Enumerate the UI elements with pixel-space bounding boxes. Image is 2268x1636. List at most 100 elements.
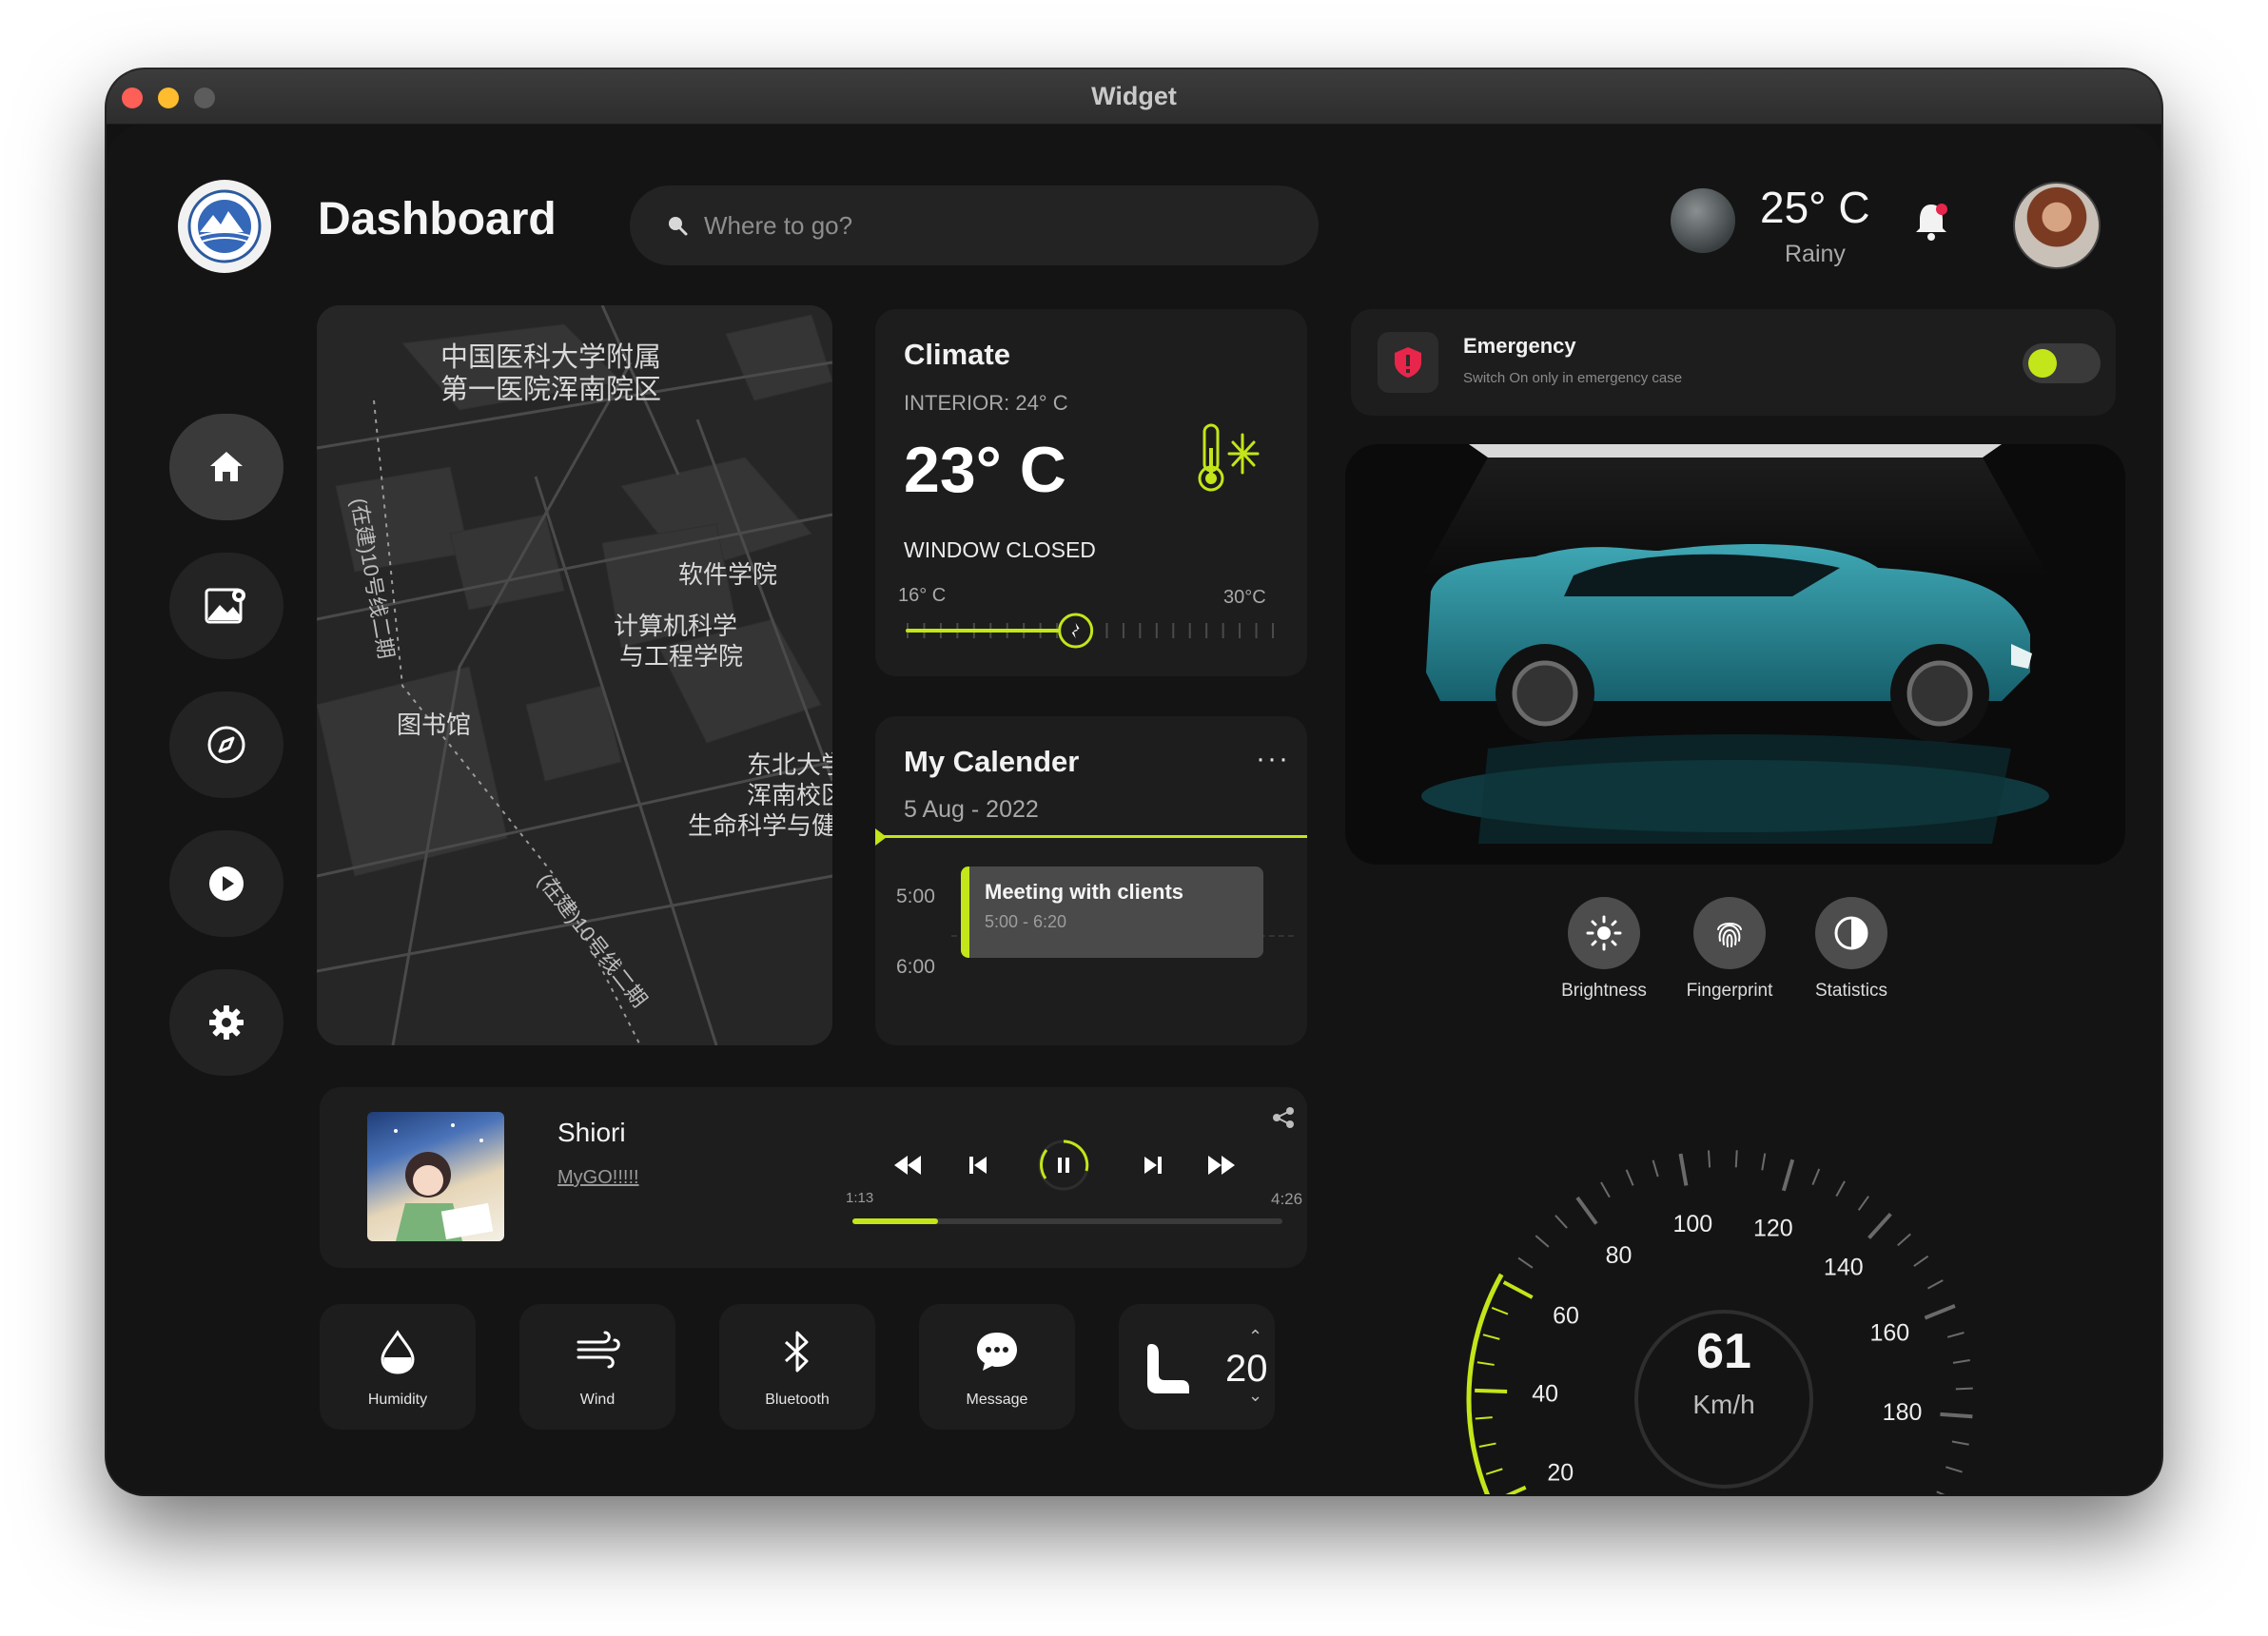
dashboard-app: Dashboard 25° C Rainy bbox=[107, 125, 2161, 1494]
sidebar-item-map[interactable] bbox=[169, 553, 284, 659]
minor-tick bbox=[1652, 1159, 1659, 1178]
seat-increase-button[interactable]: ⌃ bbox=[1248, 1327, 1262, 1347]
calendar-event[interactable]: Meeting with clients 5:00 - 6:20 bbox=[961, 867, 1263, 958]
weather-temperature: 25° C bbox=[1760, 183, 1870, 232]
message-label: Message bbox=[966, 1392, 1028, 1408]
humidity-tile[interactable]: Humidity bbox=[320, 1304, 476, 1430]
map-label-university: 浑南校区 bbox=[747, 781, 832, 809]
minor-tick bbox=[1857, 1196, 1869, 1211]
slider-thumb[interactable] bbox=[1058, 613, 1094, 649]
skip-forward-icon bbox=[1144, 1157, 1162, 1174]
emergency-subtitle: Switch On only in emergency case bbox=[1463, 370, 1683, 386]
minor-tick bbox=[1951, 1440, 1969, 1446]
bluetooth-icon bbox=[784, 1331, 809, 1373]
minor-tick bbox=[1913, 1255, 1929, 1267]
minor-tick bbox=[1535, 1235, 1550, 1248]
map-icon bbox=[205, 588, 245, 624]
search-input[interactable] bbox=[704, 210, 1275, 241]
map-label-life-science: 生命科学与健 bbox=[688, 811, 832, 840]
brightness-label: Brightness bbox=[1561, 981, 1647, 1001]
sidebar-item-home[interactable] bbox=[169, 414, 284, 520]
climate-max-label: 30°C bbox=[1223, 587, 1266, 608]
speed-value: 61 bbox=[1696, 1324, 1751, 1379]
map-label-library: 图书馆 bbox=[397, 711, 472, 739]
minor-tick bbox=[1600, 1181, 1611, 1198]
major-tick bbox=[1505, 1485, 1527, 1494]
title-bar: Widget bbox=[107, 69, 2161, 125]
compass-icon bbox=[207, 726, 245, 764]
home-icon bbox=[210, 452, 243, 481]
seat-decrease-button[interactable]: ⌄ bbox=[1248, 1386, 1262, 1406]
fingerprint-label: Fingerprint bbox=[1686, 981, 1773, 1001]
bluetooth-tile[interactable]: Bluetooth bbox=[719, 1304, 875, 1430]
previous-track-button[interactable] bbox=[967, 1154, 989, 1181]
speed-tick-label: 80 bbox=[1606, 1242, 1633, 1269]
climate-card: Climate INTERIOR: 24° C 23° C WINDOW CLO… bbox=[875, 309, 1307, 676]
major-tick bbox=[1575, 1196, 1598, 1225]
page-title: Dashboard bbox=[318, 194, 557, 244]
thermometer-snowflake-icon bbox=[1195, 419, 1271, 500]
sun-icon bbox=[1586, 915, 1622, 951]
statistics-button[interactable] bbox=[1815, 897, 1887, 969]
seat-icon bbox=[1144, 1340, 1191, 1402]
contrast-icon bbox=[1834, 916, 1868, 950]
wind-label: Wind bbox=[579, 1392, 616, 1408]
event-title: Meeting with clients bbox=[985, 880, 1184, 904]
weather-condition: Rainy bbox=[1785, 241, 1846, 267]
event-time: 5:00 - 6:20 bbox=[985, 912, 1067, 931]
notification-bell-icon[interactable] bbox=[1912, 201, 1950, 247]
climate-title: Climate bbox=[904, 338, 1010, 371]
temperature-slider[interactable] bbox=[900, 612, 1281, 650]
map-label-software-school: 软件学院 bbox=[678, 560, 778, 589]
minor-tick bbox=[1625, 1169, 1634, 1186]
user-avatar[interactable] bbox=[2013, 182, 2101, 269]
bluetooth-label: Bluetooth bbox=[765, 1392, 830, 1408]
fingerprint-button[interactable] bbox=[1693, 897, 1766, 969]
car-image bbox=[1421, 444, 2049, 844]
fast-forward-button[interactable] bbox=[1206, 1154, 1237, 1181]
map-label-hospital: 第一医院浑南院区 bbox=[440, 375, 662, 405]
rewind-icon bbox=[894, 1156, 921, 1175]
artist-link[interactable]: MyGO!!!!! bbox=[557, 1167, 639, 1189]
message-icon bbox=[977, 1333, 1017, 1371]
more-options-icon[interactable]: ··· bbox=[1256, 743, 1290, 775]
map-view[interactable]: 中国医科大学附属 第一医院浑南院区 软件学院 计算机科学 与工程学院 图书馆 东… bbox=[317, 305, 832, 1045]
current-time-line bbox=[875, 835, 1307, 838]
minor-tick bbox=[1945, 1466, 1963, 1473]
humidity-label: Humidity bbox=[367, 1392, 428, 1408]
seat-value: 20 bbox=[1225, 1348, 1268, 1390]
progress-bar[interactable] bbox=[852, 1218, 1282, 1224]
message-tile[interactable]: Message bbox=[919, 1304, 1075, 1430]
skip-back-icon bbox=[969, 1157, 987, 1174]
speedometer: 20 40 60 80 100 120 140 160 180 61 Km/h bbox=[1457, 1123, 1990, 1494]
seat-tile[interactable]: ⌃ 20 ⌄ bbox=[1119, 1304, 1275, 1430]
major-tick bbox=[1781, 1159, 1795, 1192]
search-icon bbox=[669, 217, 688, 236]
car-showcase[interactable] bbox=[1345, 444, 2125, 865]
sidebar-item-media[interactable] bbox=[169, 830, 284, 937]
rewind-button[interactable] bbox=[892, 1154, 923, 1181]
statistics-label: Statistics bbox=[1814, 981, 1888, 1001]
sidebar-item-settings[interactable] bbox=[169, 969, 284, 1076]
minor-tick bbox=[1835, 1180, 1846, 1198]
wind-tile[interactable]: Wind bbox=[519, 1304, 675, 1430]
brightness-button[interactable] bbox=[1568, 897, 1640, 969]
track-duration: 4:26 bbox=[1271, 1190, 1303, 1208]
fingerprint-icon bbox=[1717, 923, 1742, 947]
search-bar[interactable] bbox=[630, 185, 1319, 265]
university-logo[interactable] bbox=[178, 180, 271, 273]
progress-fill bbox=[852, 1218, 939, 1224]
minor-tick bbox=[1811, 1168, 1821, 1185]
droplet-icon bbox=[381, 1330, 415, 1374]
speed-tick-label: 120 bbox=[1753, 1215, 1793, 1241]
sidebar-item-compass[interactable] bbox=[169, 691, 284, 798]
interior-temperature: INTERIOR: 24° C bbox=[904, 391, 1068, 415]
emergency-toggle[interactable] bbox=[2023, 343, 2101, 383]
map-label-hospital: 中国医科大学附属 bbox=[440, 342, 662, 373]
pause-button[interactable] bbox=[1037, 1139, 1090, 1197]
album-art[interactable] bbox=[367, 1112, 504, 1241]
map-label-cs-school: 计算机科学 bbox=[614, 612, 738, 640]
share-icon[interactable] bbox=[1271, 1106, 1296, 1134]
next-track-button[interactable] bbox=[1142, 1154, 1164, 1181]
gear-icon bbox=[209, 1005, 244, 1040]
